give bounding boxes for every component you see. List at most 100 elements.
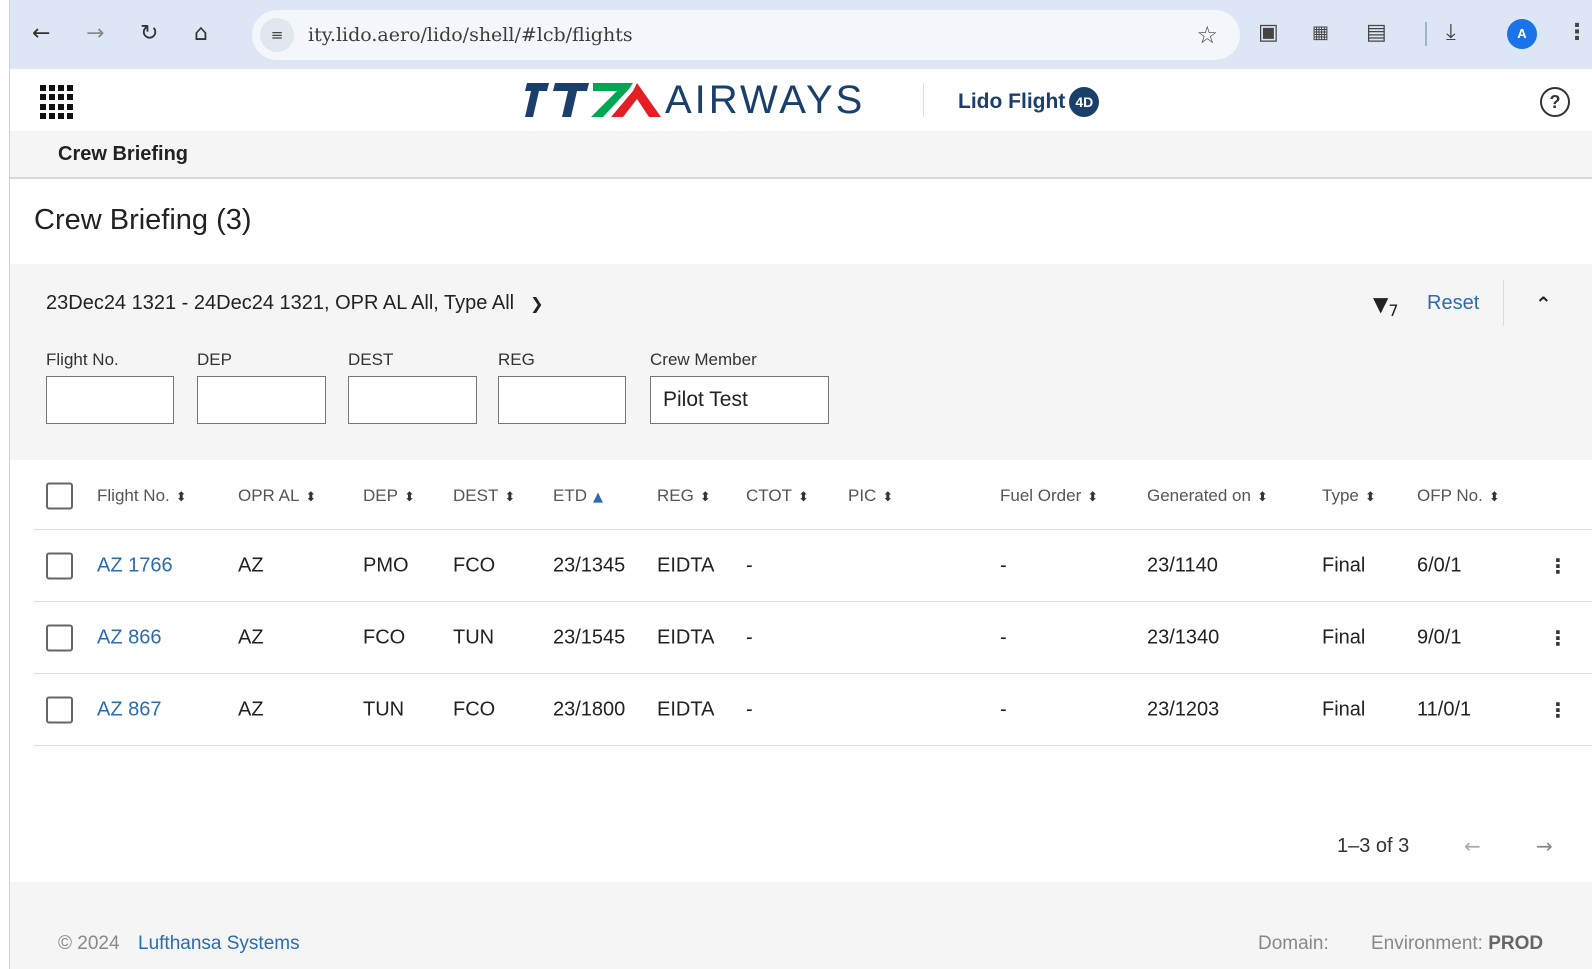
- col-header-opr-al[interactable]: OPR AL ⬍: [238, 486, 316, 506]
- forward-icon[interactable]: →: [86, 20, 104, 48]
- col-header-type[interactable]: Type ⬍: [1322, 486, 1376, 506]
- app-launcher-icon[interactable]: [40, 85, 74, 119]
- opr-al-cell: AZ: [238, 698, 264, 720]
- col-header-flight-no[interactable]: Flight No. ⬍: [97, 486, 187, 506]
- filter-divider: [1503, 280, 1504, 326]
- col-header-dest[interactable]: DEST ⬍: [453, 486, 515, 506]
- flight-number-link[interactable]: AZ 866: [97, 626, 161, 649]
- table-row[interactable]: AZ 866 AZ FCO TUN 23/1545 EIDTA - - 23/1…: [34, 602, 1592, 674]
- chevron-up-icon[interactable]: ⌃: [1535, 292, 1552, 316]
- next-page-icon[interactable]: →: [1536, 834, 1553, 858]
- table-row[interactable]: AZ 867 AZ TUN FCO 23/1800 EIDTA - - 23/1…: [34, 674, 1592, 746]
- filter-panel: 23Dec24 1321 - 24Dec24 1321, OPR AL All,…: [10, 264, 1592, 460]
- brand-wordmark: AIRWAYS: [665, 77, 866, 122]
- ctot-cell: -: [746, 626, 753, 648]
- window-edge: [0, 0, 10, 969]
- row-checkbox[interactable]: [46, 696, 73, 723]
- home-icon[interactable]: ⌂: [194, 20, 208, 48]
- sort-icon: ⬍: [403, 489, 415, 505]
- opr-al-cell: AZ: [238, 626, 264, 648]
- row-menu-icon[interactable]: ⋮: [1548, 626, 1568, 650]
- page-footer: © 2024 Lufthansa Systems Domain: Environ…: [10, 882, 1592, 969]
- flights-table: Flight No. ⬍ OPR AL ⬍ DEP ⬍ DEST ⬍ ETD ▲ REG ⬍…: [34, 462, 1592, 746]
- company-link[interactable]: Lufthansa Systems: [138, 933, 300, 955]
- filter-summary-text: 23Dec24 1321 - 24Dec24 1321, OPR AL All,…: [46, 292, 515, 314]
- reload-icon[interactable]: ↻: [140, 20, 158, 48]
- url-text[interactable]: ity.lido.aero/lido/shell/#lcb/flights: [308, 24, 633, 46]
- type-cell: Final: [1322, 554, 1366, 576]
- fuel-order-cell: -: [1000, 554, 1007, 576]
- dest-filter: DEST: [348, 350, 477, 424]
- sort-icon: ⬍: [504, 489, 516, 505]
- extensions-icon[interactable]: ▤: [1366, 19, 1387, 47]
- bookmark-star-icon[interactable]: ☆: [1196, 21, 1218, 49]
- row-checkbox[interactable]: [46, 624, 73, 651]
- filter-count[interactable]: ▼7: [1373, 292, 1399, 320]
- col-header-etd[interactable]: ETD ▲: [553, 486, 603, 506]
- col-header-generated-on[interactable]: Generated on ⬍: [1147, 486, 1268, 506]
- select-all-checkbox[interactable]: [46, 482, 73, 509]
- site-info-icon[interactable]: ≡: [260, 18, 294, 52]
- row-menu-icon[interactable]: ⋮: [1548, 554, 1568, 578]
- col-header-reg[interactable]: REG ⬍: [657, 486, 711, 506]
- flight-number-input[interactable]: [46, 376, 174, 424]
- sort-icon: ⬍: [1256, 489, 1268, 505]
- sort-icon: ⬍: [1087, 489, 1099, 505]
- flight-number-link[interactable]: AZ 867: [97, 698, 161, 721]
- table-row[interactable]: AZ 1766 AZ PMO FCO 23/1345 EIDTA - - 23/…: [34, 530, 1592, 602]
- type-cell: Final: [1322, 698, 1366, 720]
- col-header-pic[interactable]: PIC ⬍: [848, 486, 893, 506]
- chevron-down-icon[interactable]: ❯: [530, 294, 543, 313]
- pagination-range: 1–3 of 3: [1337, 835, 1410, 857]
- product-name: Lido Flight: [958, 90, 1066, 113]
- qr-code-icon[interactable]: ▦: [1312, 19, 1329, 47]
- flight-number-link[interactable]: AZ 1766: [97, 554, 173, 577]
- generated-on-cell: 23/1340: [1147, 626, 1220, 648]
- dep-cell: FCO: [363, 626, 406, 648]
- reg-cell: EIDTA: [657, 698, 715, 720]
- dest-cell: FCO: [453, 554, 496, 576]
- dest-cell: FCO: [453, 698, 496, 720]
- reg-input[interactable]: [498, 376, 626, 424]
- screen-cast-icon[interactable]: ▣: [1258, 19, 1279, 47]
- col-header-fuel-order[interactable]: Fuel Order ⬍: [1000, 486, 1098, 506]
- browser-menu-icon[interactable]: ⋮: [1566, 19, 1588, 47]
- back-icon[interactable]: ←: [32, 20, 50, 48]
- col-header-dep[interactable]: DEP ⬍: [363, 486, 415, 506]
- browser-toolbar: ← → ↻ ⌂ ≡ ity.lido.aero/lido/shell/#lcb/…: [10, 0, 1592, 69]
- generated-on-cell: 23/1203: [1147, 698, 1220, 720]
- airline-logo: AIRWAYS: [525, 77, 866, 122]
- environment-info: Environment: PROD: [1371, 933, 1543, 955]
- ctot-cell: -: [746, 698, 753, 720]
- address-bar[interactable]: ≡ ity.lido.aero/lido/shell/#lcb/flights …: [252, 10, 1240, 60]
- app-header: AIRWAYS Lido Flight 4D ?: [10, 69, 1592, 131]
- filter-summary-toggle[interactable]: 23Dec24 1321 - 24Dec24 1321, OPR AL All,…: [46, 292, 544, 315]
- sort-icon: ⬍: [1364, 489, 1376, 505]
- dest-label: DEST: [348, 350, 394, 369]
- filter-icon: ▼: [1373, 292, 1389, 316]
- crew-member-input[interactable]: [650, 376, 829, 424]
- reg-cell: EIDTA: [657, 626, 715, 648]
- ofp-no-cell: 9/0/1: [1417, 626, 1462, 648]
- col-header-ctot[interactable]: CTOT ⬍: [746, 486, 809, 506]
- sort-ascending-icon: ▲: [593, 489, 603, 505]
- col-header-ofp-no[interactable]: OFP No. ⬍: [1417, 486, 1500, 506]
- domain-label: Domain:: [1258, 933, 1329, 954]
- ita-logo-mark: [525, 83, 661, 117]
- dep-cell: PMO: [363, 554, 409, 576]
- nav-item-crew-briefing[interactable]: Crew Briefing: [58, 143, 188, 166]
- fuel-order-cell: -: [1000, 626, 1007, 648]
- previous-page-icon[interactable]: ←: [1464, 834, 1481, 858]
- opr-al-cell: AZ: [238, 554, 264, 576]
- header-divider: [923, 83, 924, 117]
- reset-button[interactable]: Reset: [1427, 292, 1479, 315]
- etd-cell: 23/1800: [553, 698, 626, 720]
- dest-input[interactable]: [348, 376, 477, 424]
- row-checkbox[interactable]: [46, 552, 73, 579]
- row-menu-icon[interactable]: ⋮: [1548, 698, 1568, 722]
- dep-input[interactable]: [197, 376, 326, 424]
- copyright-text: © 2024: [58, 933, 120, 954]
- help-icon[interactable]: ?: [1540, 87, 1570, 117]
- profile-avatar[interactable]: A: [1507, 19, 1537, 49]
- download-icon[interactable]: ⤓: [1446, 19, 1456, 47]
